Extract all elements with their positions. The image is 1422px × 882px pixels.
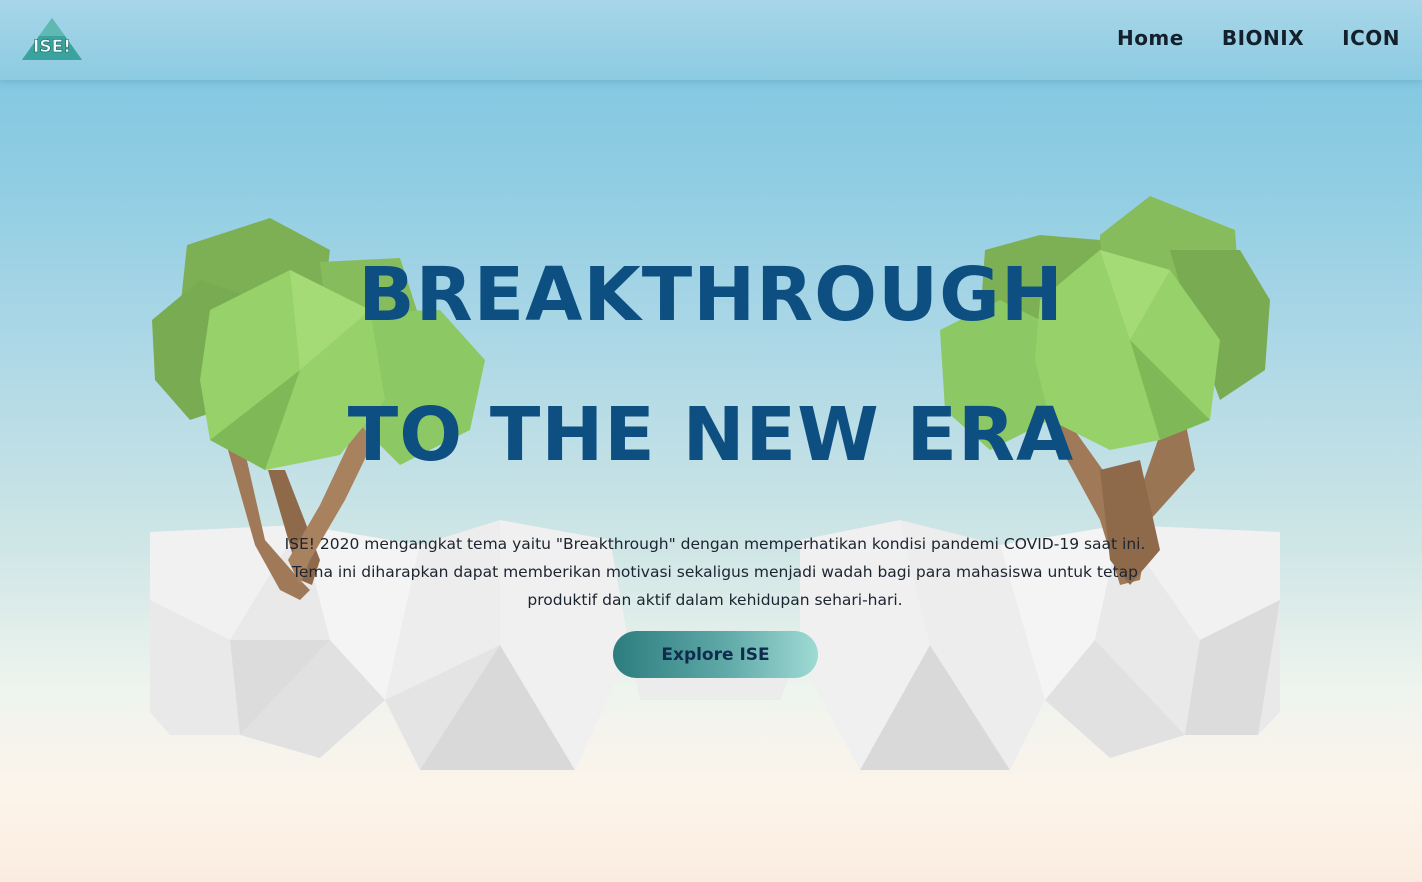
nav-link-home[interactable]: Home — [1117, 26, 1184, 50]
nav-links: Home BIONIX ICON — [1117, 26, 1400, 50]
logo-text: ISE! — [33, 37, 71, 57]
hero-title-line-1: BREAKTHROUGH — [358, 252, 1064, 338]
hero-description: ISE! 2020 mengangkat tema yaitu "Breakth… — [284, 535, 1146, 609]
ise-logo[interactable]: ISE! — [20, 16, 84, 62]
nav-link-icon[interactable]: ICON — [1342, 26, 1400, 50]
top-navbar: ISE! Home BIONIX ICON — [0, 0, 1422, 80]
explore-ise-button[interactable]: Explore ISE — [613, 631, 818, 678]
hero-title-line-2: TO THE NEW ERA — [347, 392, 1075, 478]
nav-link-bionix[interactable]: BIONIX — [1222, 26, 1304, 50]
